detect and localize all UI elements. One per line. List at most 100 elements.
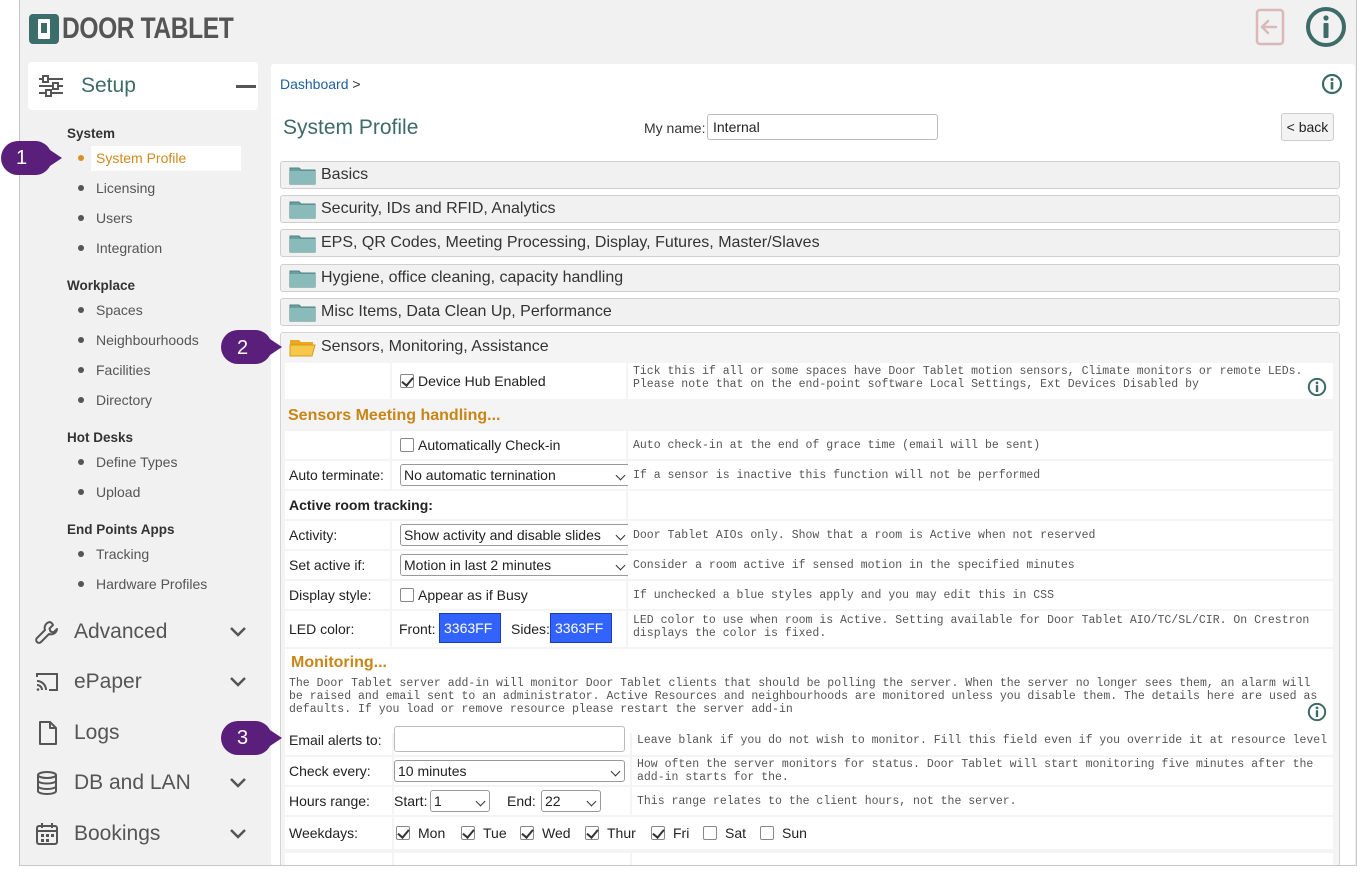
appear-busy-checkbox[interactable]: Appear as if Busy: [400, 587, 528, 603]
sidebar-item-system-profile[interactable]: System Profile: [78, 146, 242, 170]
chevron-down-icon: [230, 627, 246, 637]
monitoring-heading: Monitoring...: [291, 654, 387, 671]
my-name-input[interactable]: [707, 114, 938, 140]
weekdays-row: Weekdays: Mon Tue Wed Thur Fri Sat Sun: [285, 817, 1333, 849]
hours-range-row: Hours range: Start: 1 End: 22 This range…: [285, 787, 1333, 815]
weekday-sun[interactable]: Sun: [760, 825, 807, 841]
auto-terminate-select[interactable]: No automatic ternination: [400, 464, 630, 486]
activity-select[interactable]: Show activity and disable slides: [400, 524, 630, 546]
database-icon: [37, 771, 57, 796]
page-title: System Profile: [283, 116, 419, 139]
setup-menu-header[interactable]: Setup: [28, 62, 258, 110]
weekday-fri[interactable]: Fri: [651, 825, 689, 841]
document-icon: [39, 721, 57, 745]
monitoring-block: Monitoring... The Door Tablet server add…: [285, 649, 1333, 733]
section-hygiene[interactable]: Hygiene, office cleaning, capacity handl…: [280, 264, 1340, 292]
active-tracking-heading: Active room tracking:: [289, 497, 433, 513]
callout-number-3: 3: [237, 727, 249, 749]
sidebar-item-tracking[interactable]: Tracking: [78, 542, 149, 566]
check-every-select[interactable]: 10 minutes: [394, 760, 625, 782]
next-row-partial: [285, 853, 1333, 865]
callout-number-2: 2: [237, 337, 249, 359]
section-eps-qr[interactable]: EPS, QR Codes, Meeting Processing, Displ…: [280, 229, 1340, 257]
auto-checkin-row: Automatically Check-in Auto check-in at …: [285, 431, 1333, 459]
weekday-sat[interactable]: Sat: [703, 825, 746, 841]
weekday-tue[interactable]: Tue: [461, 825, 507, 841]
section-security[interactable]: Security, IDs and RFID, Analytics: [280, 195, 1340, 223]
sidebar-item-integration[interactable]: Integration: [78, 236, 162, 260]
weekday-thur[interactable]: Thur: [585, 825, 636, 841]
sidebar-item-upload[interactable]: Upload: [78, 480, 140, 504]
check-every-row: Check every: 10 minutes How often the se…: [285, 757, 1333, 785]
folder-icon: [289, 167, 316, 185]
folder-icon: [289, 270, 316, 288]
device-hub-checkbox[interactable]: Device Hub Enabled: [400, 373, 546, 389]
sidebar-item-licensing[interactable]: Licensing: [78, 176, 155, 200]
chevron-down-icon: [230, 829, 246, 839]
my-name-label: My name:: [644, 120, 706, 136]
weekday-mon[interactable]: Mon: [396, 825, 445, 841]
sidebar-item-facilities[interactable]: Facilities: [78, 358, 150, 382]
breadcrumb-separator: >: [352, 76, 361, 92]
section-sensors-expanded: Sensors, Monitoring, Assistance Device H…: [280, 332, 1340, 865]
sidebar-item-directory[interactable]: Directory: [78, 388, 152, 412]
set-active-row: Set active if: Motion in last 2 minutes …: [285, 551, 1333, 579]
sidebar-item-hardware-profiles[interactable]: Hardware Profiles: [78, 572, 207, 596]
sides-color-input[interactable]: 3363FF: [550, 613, 612, 643]
back-button[interactable]: < back: [1281, 113, 1334, 141]
folder-open-icon: [289, 340, 316, 357]
sidebar-item-define-types[interactable]: Define Types: [78, 450, 177, 474]
callout-marker-3: [221, 721, 282, 755]
set-active-select[interactable]: Motion in last 2 minutes: [400, 554, 630, 576]
folder-icon: [289, 235, 316, 253]
breadcrumb-dashboard-link[interactable]: Dashboard: [280, 76, 349, 92]
email-alerts-input[interactable]: [394, 726, 625, 752]
display-style-row: Display style: Appear as if Busy If unch…: [285, 581, 1333, 609]
info-icon[interactable]: [1305, 6, 1347, 48]
menu-epaper[interactable]: ePaper: [34, 667, 254, 697]
setup-label: Setup: [81, 74, 136, 97]
sidebar-item-neighbourhoods[interactable]: Neighbourhoods: [78, 328, 199, 352]
nav-group-workplace: Workplace: [67, 278, 136, 293]
folder-icon: [289, 304, 316, 322]
nav-group-hot-desks: Hot Desks: [67, 430, 134, 445]
hours-start-select[interactable]: 1: [430, 790, 490, 812]
active-tracking-row: Active room tracking:: [285, 491, 1333, 519]
menu-advanced[interactable]: Advanced: [34, 617, 254, 647]
info-icon[interactable]: [1307, 377, 1327, 397]
activity-row: Activity: Show activity and disable slid…: [285, 521, 1333, 549]
front-color-input[interactable]: 3363FF: [439, 613, 501, 643]
auto-terminate-row: Auto terminate: No automatic ternination…: [285, 461, 1333, 489]
section-misc[interactable]: Misc Items, Data Clean Up, Performance: [280, 298, 1340, 326]
chevron-down-icon: [230, 778, 246, 788]
sidebar-item-users[interactable]: Users: [78, 206, 133, 230]
door-tablet-logo-icon: [29, 14, 59, 44]
email-alerts-row: Email alerts to: Leave blank if you do n…: [285, 725, 1333, 755]
callout-number-1: 1: [16, 147, 28, 169]
section-sensors-header[interactable]: Sensors, Monitoring, Assistance: [281, 333, 1339, 361]
chevron-down-icon: [230, 677, 246, 687]
device-hub-description: Tick this if all or some spaces have Doo…: [633, 365, 1303, 391]
info-icon[interactable]: [1321, 73, 1343, 95]
sliders-icon: [39, 75, 63, 97]
collapse-icon[interactable]: [236, 85, 256, 88]
nav-group-system: System: [67, 126, 116, 141]
callout-marker-1: [1, 141, 62, 175]
section-basics[interactable]: Basics: [280, 161, 1340, 189]
callout-marker-2: [221, 330, 282, 364]
nav-group-end-points-apps: End Points Apps: [67, 522, 175, 537]
brand-name: DOOR TABLET: [62, 12, 234, 45]
hours-end-select[interactable]: 22: [541, 790, 601, 812]
sidebar-item-spaces[interactable]: Spaces: [78, 298, 143, 322]
menu-bookings[interactable]: Bookings: [34, 819, 254, 849]
menu-db-and-lan[interactable]: DB and LAN: [34, 768, 254, 798]
calendar-icon: [36, 823, 58, 845]
info-icon[interactable]: [1307, 702, 1327, 722]
led-color-row: LED color: Front: 3363FF Sides: 3363FF L…: [285, 611, 1333, 647]
brand-logo: DOOR TABLET: [29, 12, 271, 46]
logout-icon[interactable]: [1254, 8, 1286, 46]
breadcrumb: Dashboard >: [280, 76, 361, 92]
wrench-icon: [35, 621, 58, 644]
weekday-wed[interactable]: Wed: [520, 825, 571, 841]
auto-checkin-checkbox[interactable]: Automatically Check-in: [400, 437, 560, 453]
